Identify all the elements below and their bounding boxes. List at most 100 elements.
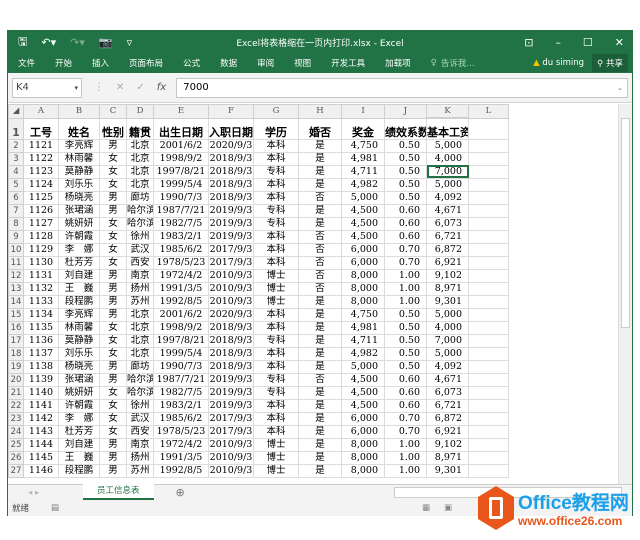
- cell[interactable]: 2010/9/3: [208, 294, 254, 309]
- cell[interactable]: 1121: [23, 138, 59, 153]
- cell[interactable]: 8,971: [426, 450, 469, 465]
- cell[interactable]: 4,750: [341, 138, 385, 153]
- column-header[interactable]: L: [468, 104, 509, 119]
- cell[interactable]: [468, 424, 509, 439]
- cell[interactable]: 男: [99, 437, 127, 452]
- cell[interactable]: 4,500: [341, 203, 385, 218]
- column-header[interactable]: A: [23, 104, 59, 119]
- cancel-icon[interactable]: ✕: [116, 82, 124, 93]
- row-header[interactable]: 26: [8, 450, 24, 465]
- cell[interactable]: [468, 411, 509, 426]
- cell[interactable]: 女: [99, 164, 127, 179]
- cell[interactable]: 本科: [253, 359, 299, 374]
- cell[interactable]: [468, 385, 509, 400]
- cell[interactable]: 是: [298, 359, 342, 374]
- header-cell[interactable]: 出生日期: [153, 117, 209, 140]
- cell[interactable]: 徐州: [126, 229, 154, 244]
- cell[interactable]: 2019/9/3: [208, 385, 254, 400]
- cell[interactable]: 1.00: [384, 437, 427, 452]
- row-header[interactable]: 22: [8, 398, 24, 413]
- cell[interactable]: 专科: [253, 164, 299, 179]
- cell[interactable]: 北京: [126, 320, 154, 335]
- column-header[interactable]: G: [253, 104, 299, 119]
- cell[interactable]: 本科: [253, 320, 299, 335]
- column-header[interactable]: B: [58, 104, 100, 119]
- cell[interactable]: 1128: [23, 229, 59, 244]
- cell[interactable]: 1985/6/2: [153, 411, 209, 426]
- cell[interactable]: 0.60: [384, 216, 427, 231]
- cell[interactable]: 4,000: [426, 151, 469, 166]
- cell[interactable]: 1125: [23, 190, 59, 205]
- cell[interactable]: 徐州: [126, 398, 154, 413]
- cell[interactable]: 4,500: [341, 229, 385, 244]
- cell[interactable]: 是: [298, 411, 342, 426]
- cell[interactable]: 1.00: [384, 450, 427, 465]
- cell[interactable]: 0.50: [384, 190, 427, 205]
- cell[interactable]: 2017/9/3: [208, 242, 254, 257]
- column-header[interactable]: J: [384, 104, 427, 119]
- cell[interactable]: 男: [99, 359, 127, 374]
- cell[interactable]: 哈尔滨: [126, 385, 154, 400]
- cell[interactable]: 5,000: [426, 138, 469, 153]
- cell[interactable]: 2017/9/3: [208, 424, 254, 439]
- column-header[interactable]: H: [298, 104, 342, 119]
- column-header[interactable]: C: [99, 104, 127, 119]
- cell[interactable]: 博士: [253, 268, 299, 283]
- ribbon-tab[interactable]: 文件: [18, 57, 35, 69]
- cell[interactable]: 1992/8/5: [153, 294, 209, 309]
- cell[interactable]: 女: [99, 320, 127, 335]
- cell[interactable]: 1.00: [384, 463, 427, 478]
- selected-cell[interactable]: 7,000: [426, 164, 469, 179]
- cell[interactable]: 0.50: [384, 320, 427, 335]
- cell[interactable]: 女: [99, 398, 127, 413]
- enter-icon[interactable]: ✓: [136, 82, 144, 93]
- cell[interactable]: 专科: [253, 372, 299, 387]
- cell[interactable]: 女: [99, 229, 127, 244]
- cell[interactable]: 2010/9/3: [208, 450, 254, 465]
- row-header[interactable]: 12: [8, 268, 24, 283]
- cell[interactable]: 1133: [23, 294, 59, 309]
- cell[interactable]: [468, 177, 509, 192]
- cell[interactable]: 4,750: [341, 307, 385, 322]
- cell[interactable]: 2018/9/3: [208, 359, 254, 374]
- header-cell[interactable]: 入职日期: [208, 117, 254, 140]
- row-header[interactable]: 13: [8, 281, 24, 296]
- cell[interactable]: 2018/9/3: [208, 320, 254, 335]
- cell[interactable]: 6,721: [426, 229, 469, 244]
- cell[interactable]: 刘乐乐: [58, 177, 100, 192]
- cell[interactable]: 2018/9/3: [208, 164, 254, 179]
- add-sheet-icon[interactable]: ⊕: [176, 486, 185, 499]
- minimize-icon[interactable]: –: [555, 36, 561, 49]
- cell[interactable]: 1997/8/21: [153, 164, 209, 179]
- cell[interactable]: 扬州: [126, 281, 154, 296]
- cell[interactable]: 杨晓亮: [58, 190, 100, 205]
- cell[interactable]: 6,721: [426, 398, 469, 413]
- cell[interactable]: 1983/2/1: [153, 398, 209, 413]
- row-header[interactable]: 1: [8, 117, 24, 140]
- cell[interactable]: [468, 242, 509, 257]
- cell[interactable]: 博士: [253, 294, 299, 309]
- cell[interactable]: 4,500: [341, 385, 385, 400]
- cell[interactable]: 男: [99, 138, 127, 153]
- cell[interactable]: 0.60: [384, 385, 427, 400]
- row-header[interactable]: 6: [8, 190, 24, 205]
- select-all-corner[interactable]: ◢: [8, 104, 24, 119]
- ribbon-display-icon[interactable]: ⊡: [524, 36, 533, 49]
- cell[interactable]: 本科: [253, 411, 299, 426]
- undo-icon[interactable]: ↶▾: [41, 36, 56, 49]
- cell[interactable]: [468, 294, 509, 309]
- cell[interactable]: [468, 320, 509, 335]
- cell[interactable]: 0.50: [384, 359, 427, 374]
- cell[interactable]: 1987/7/21: [153, 203, 209, 218]
- cell[interactable]: 6,000: [341, 411, 385, 426]
- cell[interactable]: 1122: [23, 151, 59, 166]
- cell[interactable]: 1982/7/5: [153, 385, 209, 400]
- cell[interactable]: [468, 138, 509, 153]
- cell[interactable]: 8,971: [426, 281, 469, 296]
- cell[interactable]: 杜芳芳: [58, 424, 100, 439]
- cell[interactable]: 5,000: [426, 307, 469, 322]
- cell[interactable]: 0.60: [384, 398, 427, 413]
- cell[interactable]: 9,102: [426, 437, 469, 452]
- camera-icon[interactable]: 📷: [99, 36, 113, 49]
- cell[interactable]: 是: [298, 385, 342, 400]
